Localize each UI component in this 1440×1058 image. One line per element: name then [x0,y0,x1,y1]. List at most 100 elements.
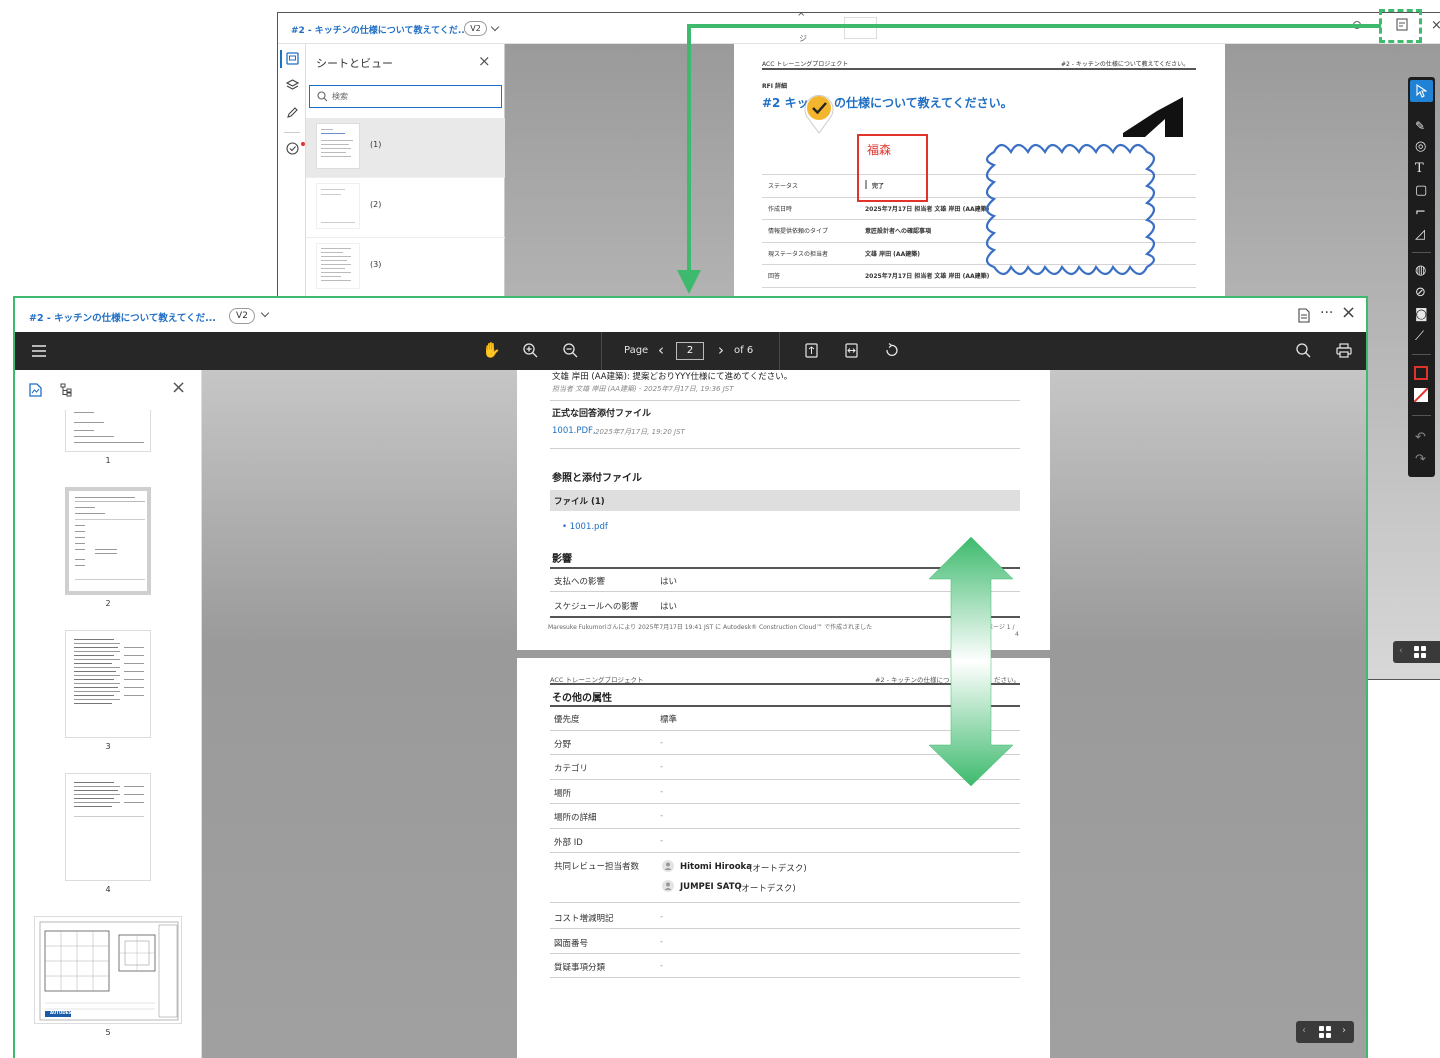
bookmarks-tree-icon[interactable] [60,383,73,397]
markup-toolbar: ✎ ◎ T ▢ ⌐ ◿ ◍ ⊘ ◙ ⟋ ↶ ↷ [1408,77,1435,477]
toolbar-separator [601,332,602,370]
page-thumbnail-3[interactable] [65,630,151,738]
zoom-in-icon[interactable] [523,343,538,358]
markup-toggle-icon[interactable] [1395,18,1409,32]
formal-attach-link[interactable]: 1001.PDF, [552,426,596,436]
sheet-thumbnail [316,123,360,169]
close-icon[interactable]: × [171,377,186,398]
layers-icon[interactable] [286,79,299,92]
search-icon[interactable] [1296,343,1311,358]
highlight-icon[interactable]: ◿ [1415,228,1425,242]
page-thumbnail-1[interactable] [65,410,151,452]
markup-pen-icon[interactable] [286,106,299,119]
fit-page-icon[interactable] [805,343,818,358]
camera-icon[interactable]: ◙ [1415,308,1428,322]
check-circle-icon[interactable]: ⊘ [1415,286,1426,300]
section-title: その他の属性 [552,693,612,704]
autodesk-logo-icon [1123,97,1183,137]
next-page-icon[interactable]: › [718,341,724,359]
sheet-label: (1) [370,140,382,149]
view-grid-button[interactable]: ‹ › [1296,1021,1354,1043]
files-header-bar[interactable]: ファイル (1) [550,490,1020,511]
avatar-icon [662,860,674,872]
grid-dot [1414,653,1419,658]
undo-icon[interactable]: ↶ [1415,431,1426,445]
redo-icon[interactable]: ↷ [1415,453,1426,467]
file-link[interactable]: • 1001.pdf [562,522,608,532]
fill-color-swatch[interactable] [1414,388,1428,402]
callout-arrowhead [677,270,701,294]
impact-row-label: スケジュールへの影響 [554,602,639,612]
bg-version-pill[interactable]: V2 [464,21,487,36]
more-options-icon[interactable]: ··· [1320,305,1333,321]
stroke-color-swatch[interactable] [1414,366,1428,380]
header-rule [762,68,1196,70]
check-circle-icon[interactable] [286,142,299,155]
pen-icon[interactable]: ✎ [1415,119,1425,133]
close-icon[interactable]: × [1341,304,1356,322]
grid-dot [1421,646,1426,651]
avatar-icon [662,880,674,892]
sheets-search-input[interactable]: 検索 [309,85,502,108]
attr-value: - [660,836,664,846]
callout-icon[interactable]: ⌐ [1415,206,1426,220]
stamp-tool-icon[interactable]: ◍ [1415,264,1426,278]
page-thumbnails-icon[interactable] [29,383,42,397]
bg-document-title[interactable]: #2 - キッチンの仕様について教えてくだ... [291,23,468,36]
bg-row-label: 作成日時 [768,206,793,213]
impact-row-value: はい [660,577,678,587]
close-icon[interactable]: × [478,52,491,70]
fit-width-icon[interactable] [845,343,858,358]
cloud-markup[interactable] [982,136,1182,276]
sheets-icon[interactable] [286,52,299,65]
rail-divider [284,132,300,133]
stamp-markup[interactable]: 福森 [857,134,928,202]
sheet-item-2[interactable]: (2) [306,178,505,238]
close-icon[interactable]: × [1431,18,1440,33]
zoom-out-icon[interactable] [563,343,578,358]
measure-icon[interactable]: ⟋ [1415,330,1424,344]
sheet-item-3[interactable]: (3) [306,238,505,298]
document-details-icon[interactable] [1298,308,1310,323]
bg-row-label: ステータス [768,183,799,190]
fg-version-pill[interactable]: V2 [229,308,255,324]
attr-value: - [660,787,664,797]
thumbnail-number: 4 [105,885,111,894]
pan-hand-icon[interactable]: ✋ [482,343,501,358]
page-thumbnail-5[interactable]: AUTODESK [34,916,182,1024]
bg-doc-header-right: #2 - キッチンの仕様について教えてください。 [1061,61,1190,68]
page-number-input[interactable]: 2 [676,342,704,360]
chevron-down-icon[interactable] [490,22,500,32]
bg-heading-right: の仕様について教えてください。 [834,96,1013,110]
cloud-tool-icon[interactable]: ▢ [1415,184,1427,198]
bg-row-label: 回答 [768,273,781,280]
chevron-down-icon[interactable] [260,308,270,318]
bg-page-input[interactable] [844,17,877,39]
page-thumbnail-2[interactable] [65,487,151,595]
print-icon[interactable] [1336,343,1352,358]
bg-row-label: 現ステータスの担当者 [768,251,829,258]
toolbar-divider [1412,415,1431,416]
sheet-item-1[interactable]: (1) [306,118,505,178]
bg-title-fragment: ジ [799,34,807,43]
rotate-icon[interactable] [884,343,900,358]
previous-page-icon[interactable]: ‹ [658,341,664,359]
grid-dot [1319,1026,1324,1031]
grid-dot [1414,646,1419,651]
check-pin-icon[interactable] [802,91,836,135]
select-tool[interactable] [1410,80,1433,102]
text-tool-icon[interactable]: T [1415,162,1424,176]
thumbnail-number: 2 [105,599,111,608]
bg-row-value: 2025年7月17日 担当者 文雄 岸田 (AA建築) [865,273,990,280]
grid-dot [1319,1033,1324,1038]
reviewer-name: JUMPEI SATO [680,882,742,892]
hamburger-menu-icon[interactable] [32,345,46,357]
page-thumbnail-4[interactable] [65,773,151,881]
toolbar-divider [1412,252,1431,253]
bg-row-label: 情報提供依頼のタイプ [768,228,829,235]
bg-view-grid-button[interactable]: ‹ [1393,641,1440,663]
shapes-icon[interactable]: ◎ [1415,140,1426,154]
impact-row-label: 支払への影響 [554,577,606,587]
fg-document-title[interactable]: #2 - キッチンの仕様について教えてくだ... [29,310,216,324]
attr-label: 場所 [554,789,572,799]
